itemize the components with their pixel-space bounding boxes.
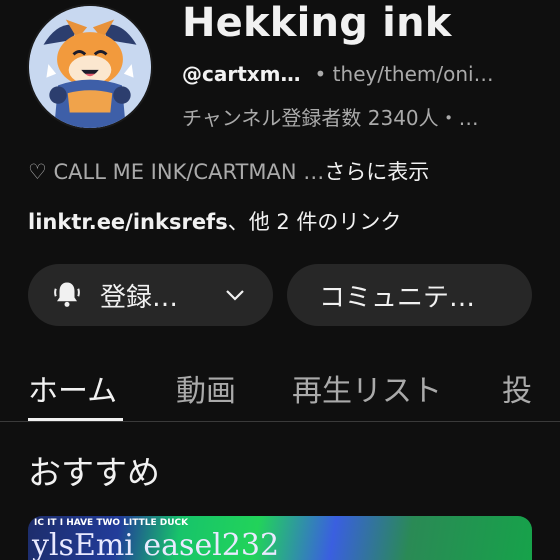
channel-links[interactable]: linktr.ee/inksrefs、他 2 件のリンク	[28, 206, 401, 236]
tab-home[interactable]: ホーム	[28, 366, 117, 410]
channel-description[interactable]: ♡ CALL ME INK/CARTMAN …さらに表示	[28, 156, 429, 186]
bell-icon	[50, 278, 84, 312]
chevron-down-icon	[221, 281, 249, 309]
community-label: コミュニテ…	[319, 282, 476, 313]
tab-videos[interactable]: 動画	[176, 366, 236, 410]
video-thumbnail[interactable]: IC IT I HAVE TWO LITTLE DUCK ylsEmi ease…	[28, 516, 532, 560]
thumbnail-text: ylsEmi easel232	[32, 528, 280, 560]
community-button[interactable]: コミュニテ…	[287, 264, 532, 326]
primary-link[interactable]: linktr.ee/inksrefs	[28, 210, 228, 234]
tab-playlists[interactable]: 再生リスト	[292, 366, 442, 410]
thumbnail-caption: IC IT I HAVE TWO LITTLE DUCK	[34, 518, 189, 528]
handle-row: @cartxm… • they/them/oni…	[182, 62, 494, 86]
channel-title: Hekking ink	[182, 0, 452, 46]
more-links-text[interactable]: 、他 2 件のリンク	[228, 210, 402, 234]
subscriber-count: チャンネル登録者数 2340人・…	[182, 106, 479, 130]
section-title: おすすめ	[28, 453, 160, 492]
subscribed-button[interactable]: 登録…	[28, 264, 273, 326]
channel-handle: @cartxm…	[182, 62, 301, 86]
tab-posts[interactable]: 投	[502, 366, 532, 410]
channel-pronouns: • they/them/oni…	[314, 62, 494, 86]
subscribed-label: 登録…	[100, 282, 179, 313]
channel-avatar[interactable]	[27, 4, 153, 130]
show-more-link[interactable]: さらに表示	[324, 160, 429, 184]
bio-text: ♡ CALL ME INK/CARTMAN …	[28, 160, 325, 184]
active-tab-indicator	[28, 418, 123, 421]
channel-tabs: ホーム 動画 再生リスト 投	[0, 360, 560, 422]
